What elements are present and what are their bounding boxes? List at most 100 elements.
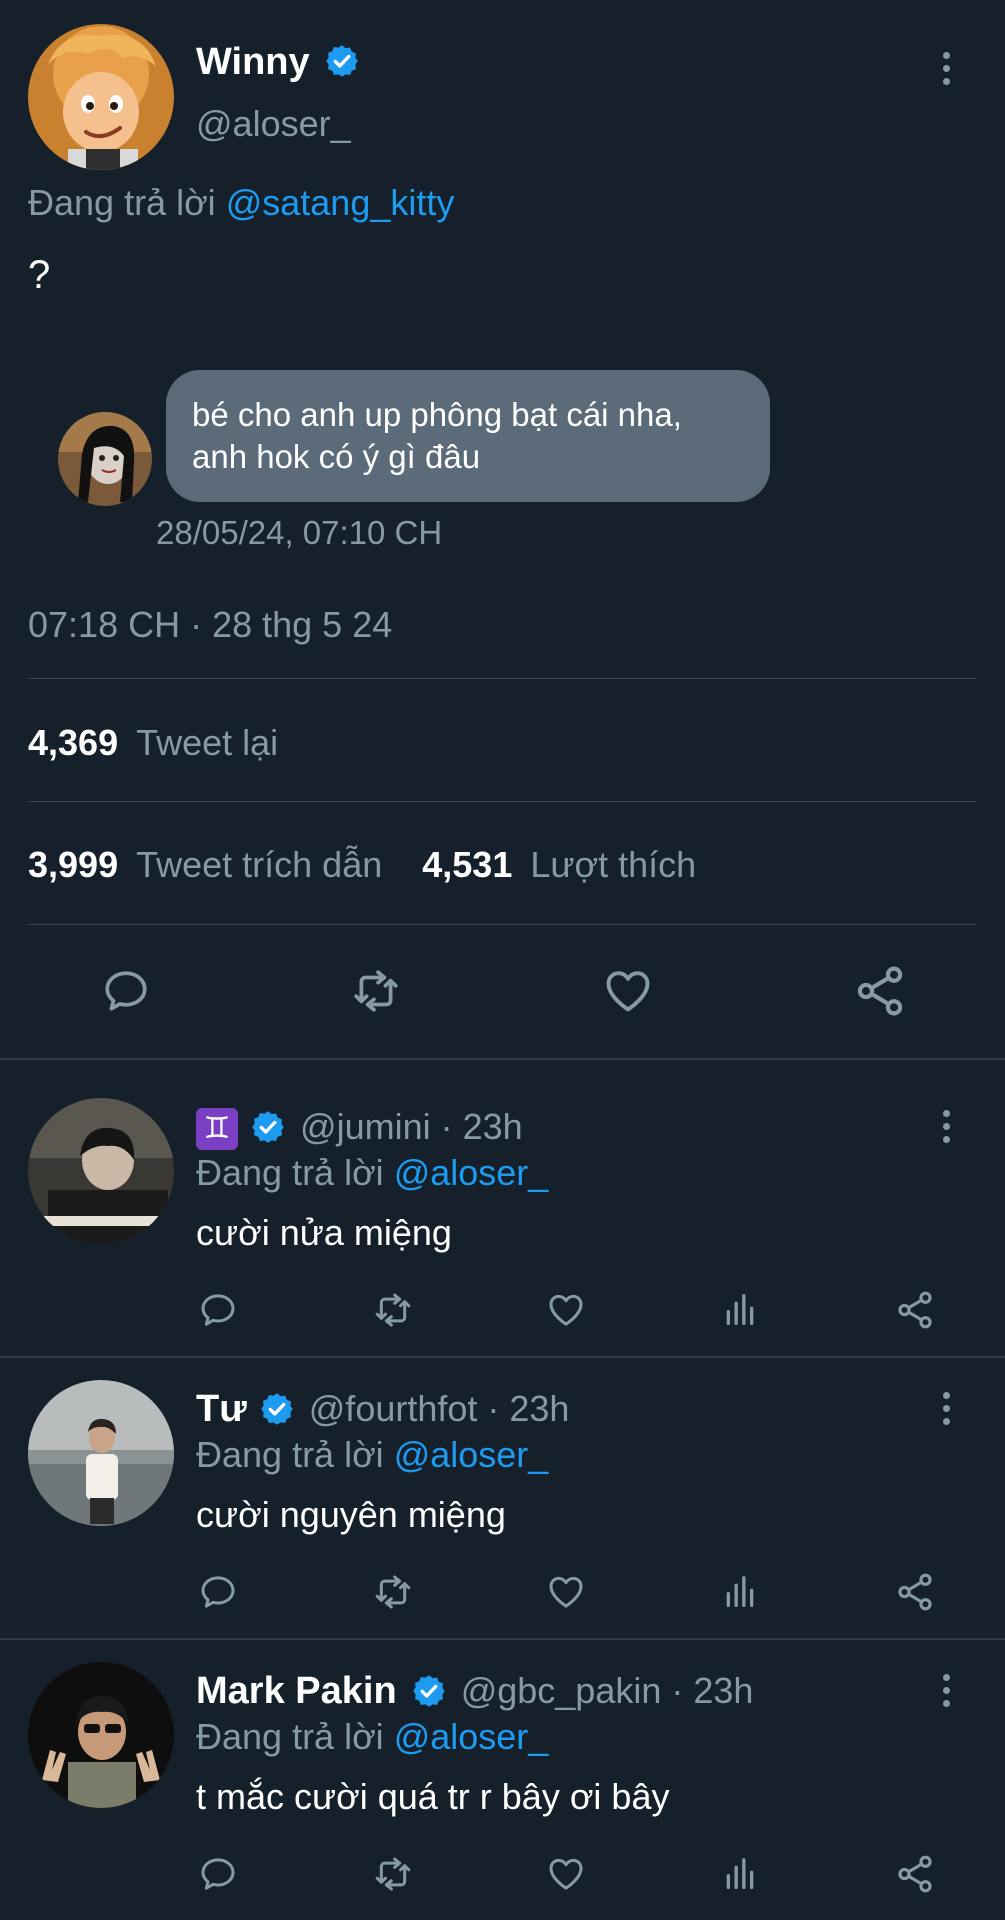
reply-handle-time[interactable]: @gbc_pakin · 23h bbox=[461, 1670, 754, 1711]
quotes-stat[interactable]: 3,999 Tweet trích dẫn bbox=[28, 844, 392, 885]
reply-text: cười nửa miệng bbox=[196, 1212, 452, 1253]
tweet-detail-page: Winny @aloser_ Đang trả lời @satang_kitt… bbox=[0, 0, 1005, 1920]
verified-badge-icon bbox=[326, 45, 358, 77]
verified-badge-icon bbox=[252, 1111, 284, 1144]
like-button[interactable] bbox=[544, 1288, 588, 1332]
retweets-stat[interactable]: 4,369 Tweet lại bbox=[28, 720, 278, 766]
share-icon bbox=[898, 1573, 932, 1611]
tweet-timestamp[interactable]: 07:18 CH · 28 thg 5 24 bbox=[28, 602, 392, 648]
share-button[interactable] bbox=[850, 962, 910, 1020]
quotes-label: Tweet trích dẫn bbox=[136, 844, 383, 885]
retweet-icon bbox=[375, 1575, 411, 1609]
reply-icon bbox=[201, 1294, 235, 1326]
verified-badge-icon bbox=[412, 1675, 445, 1708]
reply-context: Đang trả lời @aloser_ bbox=[196, 1432, 548, 1478]
retweet-icon bbox=[375, 1857, 411, 1891]
reply-header: Tư @fourthfot · 23h bbox=[196, 1386, 569, 1432]
more-icon[interactable] bbox=[939, 1110, 953, 1143]
section-separator bbox=[0, 1356, 1005, 1358]
analytics-button[interactable] bbox=[718, 1852, 762, 1896]
heart-icon bbox=[549, 1294, 583, 1326]
retweet-button[interactable] bbox=[343, 962, 409, 1020]
author-name-row: Winny bbox=[196, 38, 360, 86]
like-button[interactable] bbox=[544, 1852, 588, 1896]
reply-to-link[interactable]: @satang_kitty bbox=[226, 182, 455, 223]
reply-icon bbox=[201, 1858, 235, 1890]
reply-context: Đang trả lời @aloser_ bbox=[196, 1714, 548, 1760]
retweets-label: Tweet lại bbox=[136, 722, 279, 763]
share-button[interactable] bbox=[893, 1288, 937, 1332]
reply-to-link[interactable]: @aloser_ bbox=[394, 1152, 549, 1193]
likes-label: Lượt thích bbox=[530, 844, 697, 885]
reply-button[interactable] bbox=[94, 962, 158, 1020]
reply-header: ♊ @jumini · 23h bbox=[196, 1104, 523, 1151]
analytics-button[interactable] bbox=[718, 1288, 762, 1332]
dm-message-line-1: bé cho anh up phông bạt cái nha, bbox=[192, 396, 682, 433]
more-icon[interactable] bbox=[939, 52, 953, 85]
reply-handle-time[interactable]: @jumini · 23h bbox=[300, 1106, 523, 1147]
reply-button[interactable] bbox=[196, 1288, 240, 1332]
author-name[interactable]: Winny bbox=[196, 41, 310, 83]
engagement-stats: 3,999 Tweet trích dẫn 4,531 Lượt thích bbox=[28, 842, 696, 888]
reply-handle-time[interactable]: @fourthfot · 23h bbox=[309, 1388, 570, 1429]
reply-text: cười nguyên miệng bbox=[196, 1494, 506, 1535]
dm-avatar bbox=[58, 412, 152, 506]
divider bbox=[28, 801, 976, 802]
author-avatar[interactable] bbox=[28, 24, 174, 170]
reply-to-link[interactable]: @aloser_ bbox=[394, 1434, 549, 1475]
heart-icon bbox=[549, 1576, 583, 1608]
analytics-button[interactable] bbox=[718, 1570, 762, 1614]
quotes-count: 3,999 bbox=[28, 844, 119, 885]
retweet-button[interactable] bbox=[368, 1570, 418, 1614]
analytics-icon bbox=[726, 1294, 754, 1325]
likes-stat[interactable]: 4,531 Lượt thích bbox=[422, 844, 696, 885]
reply-avatar[interactable] bbox=[28, 1098, 174, 1244]
reply-author-name[interactable]: Tư bbox=[196, 1388, 247, 1430]
section-separator bbox=[0, 1638, 1005, 1640]
reply-header: Mark Pakin @gbc_pakin · 23h bbox=[196, 1668, 753, 1714]
retweet-button[interactable] bbox=[368, 1288, 418, 1332]
share-button[interactable] bbox=[893, 1852, 937, 1896]
tweet-text: ? bbox=[28, 253, 51, 297]
section-separator bbox=[0, 1058, 1005, 1060]
divider bbox=[28, 924, 976, 925]
reply-prefix: Đang trả lời bbox=[196, 1716, 384, 1757]
reply-avatar[interactable] bbox=[28, 1662, 174, 1808]
retweet-icon bbox=[354, 970, 398, 1012]
like-button[interactable] bbox=[596, 962, 660, 1020]
heart-icon bbox=[549, 1858, 583, 1890]
likes-count: 4,531 bbox=[422, 844, 513, 885]
like-button[interactable] bbox=[544, 1570, 588, 1614]
gemini-emoji[interactable]: ♊ bbox=[196, 1108, 238, 1151]
reply-button[interactable] bbox=[196, 1852, 240, 1896]
reply-prefix: Đang trả lời bbox=[28, 182, 216, 223]
reply-prefix: Đang trả lời bbox=[196, 1434, 384, 1475]
reply-avatar[interactable] bbox=[28, 1380, 174, 1526]
verified-badge-icon bbox=[261, 1393, 293, 1426]
retweet-icon bbox=[375, 1293, 411, 1327]
reply-icon bbox=[105, 971, 147, 1011]
more-icon[interactable] bbox=[939, 1674, 953, 1707]
dm-timestamp: 28/05/24, 07:10 CH bbox=[156, 514, 443, 551]
retweets-count: 4,369 bbox=[28, 722, 119, 763]
analytics-icon bbox=[726, 1576, 754, 1607]
reply-button[interactable] bbox=[196, 1570, 240, 1614]
reply-author-name[interactable]: Mark Pakin bbox=[196, 1670, 397, 1712]
reply-icon bbox=[201, 1576, 235, 1608]
divider bbox=[28, 678, 976, 679]
heart-icon bbox=[606, 971, 650, 1012]
share-icon bbox=[898, 1855, 932, 1893]
dm-bubble: bé cho anh up phông bạt cái nha, anh hok… bbox=[166, 370, 770, 502]
reply-to-link[interactable]: @aloser_ bbox=[394, 1716, 549, 1757]
author-handle[interactable]: @aloser_ bbox=[196, 102, 351, 146]
reply-context: Đang trả lời @aloser_ bbox=[196, 1150, 548, 1196]
retweet-button[interactable] bbox=[368, 1852, 418, 1896]
analytics-icon bbox=[726, 1858, 754, 1889]
more-icon[interactable] bbox=[939, 1392, 953, 1425]
share-icon bbox=[857, 966, 903, 1016]
dm-message-line-2: anh hok có ý gì đâu bbox=[192, 438, 481, 475]
share-button[interactable] bbox=[893, 1570, 937, 1614]
reply-context: Đang trả lời @satang_kitty bbox=[28, 180, 454, 226]
reply-prefix: Đang trả lời bbox=[196, 1152, 384, 1193]
reply-text: t mắc cười quá tr r bây ơi bây bbox=[196, 1776, 670, 1817]
